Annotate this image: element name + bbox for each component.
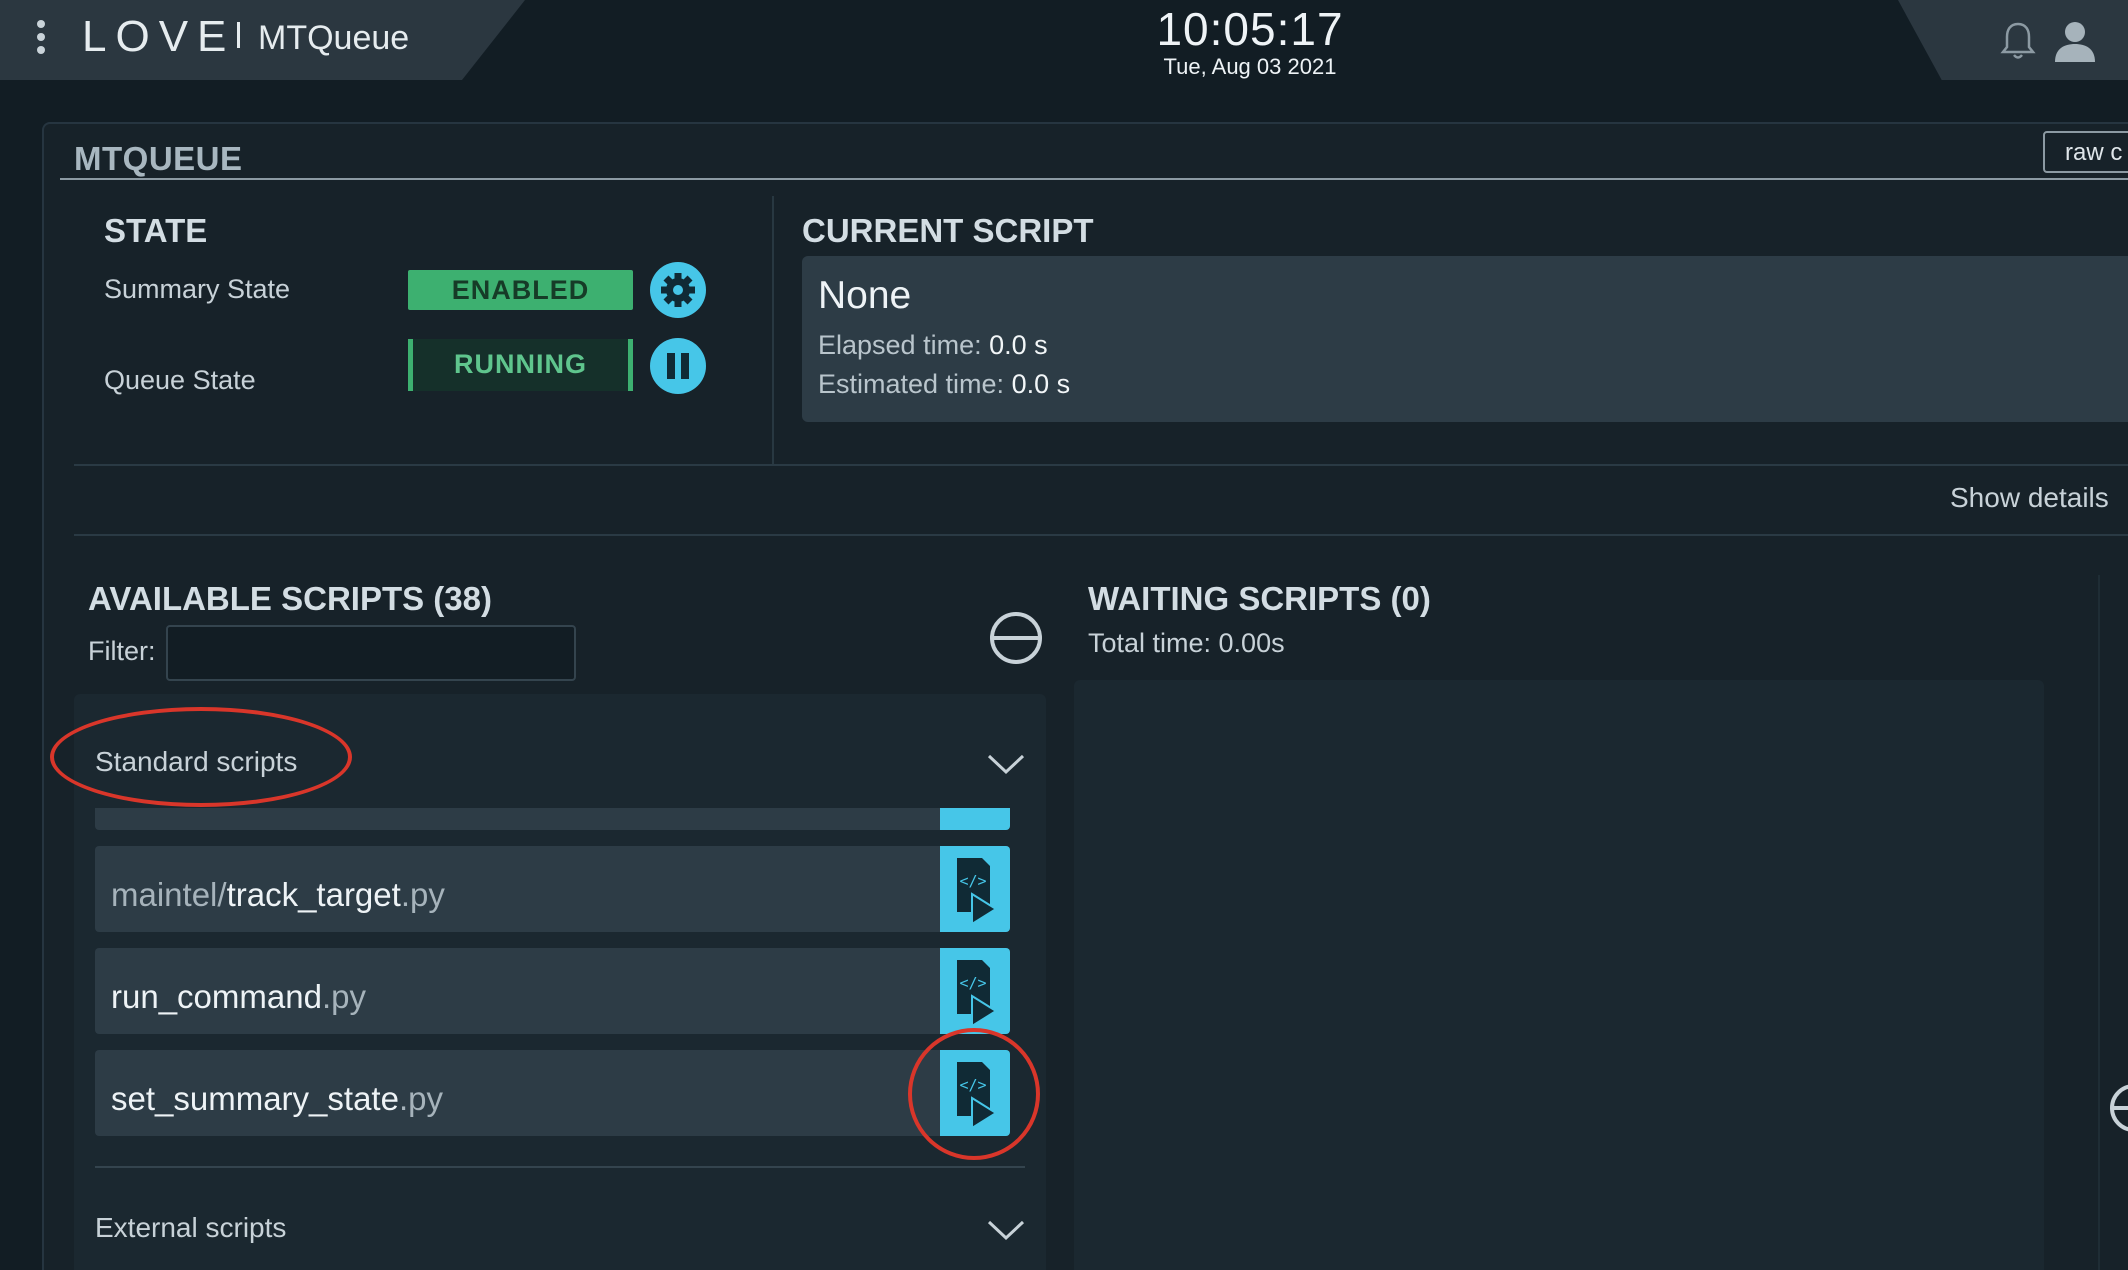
raw-config-button[interactable]: raw c xyxy=(2043,131,2128,173)
chevron-down-icon[interactable] xyxy=(986,1218,1026,1242)
script-row[interactable]: maintel/track_target.py </> xyxy=(95,846,1010,932)
logo-separator xyxy=(237,22,240,48)
finished-scripts-strip xyxy=(2098,575,2128,1270)
annotation-ellipse xyxy=(50,707,352,807)
divider xyxy=(95,1166,1025,1168)
summary-state-badge: ENABLED xyxy=(408,270,633,310)
script-name: maintel/track_target.py xyxy=(111,876,445,913)
state-divider xyxy=(772,196,774,464)
clock-date: Tue, Aug 03 2021 xyxy=(1163,54,1337,79)
collapse-icon[interactable] xyxy=(2108,1080,2128,1136)
launch-script-button[interactable]: </> xyxy=(940,846,1010,932)
love-logo[interactable]: LOVE xyxy=(82,12,235,62)
queue-state-badge: RUNNING xyxy=(408,339,633,391)
svg-text:</>: </> xyxy=(959,974,986,992)
waiting-total-time: Total time: 0.00s xyxy=(1088,628,1285,658)
pause-queue-button[interactable] xyxy=(650,338,706,394)
top-bar: LOVE MTQueue 10:05:17 Tue, Aug 03 2021 xyxy=(0,0,2128,80)
script-launch-icon: </> xyxy=(957,960,998,1028)
user-icon[interactable] xyxy=(2052,18,2098,64)
waiting-scripts-title: WAITING SCRIPTS (0) xyxy=(1088,580,1431,617)
script-row-partial[interactable] xyxy=(95,808,1010,830)
waiting-scripts-panel xyxy=(1074,680,2044,1270)
title-underline xyxy=(60,178,2128,180)
script-name: set_summary_state.py xyxy=(111,1080,443,1117)
queue-state-label: Queue State xyxy=(104,365,256,395)
script-name: run_command.py xyxy=(111,978,366,1015)
app-name: MTQueue xyxy=(258,19,410,57)
clock-time: 10:05:17 xyxy=(1156,3,1344,55)
script-launch-icon: </> xyxy=(957,858,998,926)
gear-icon xyxy=(661,273,695,307)
bell-icon[interactable] xyxy=(2000,20,2036,62)
clock: 10:05:17 Tue, Aug 03 2021 xyxy=(1080,2,1420,80)
available-scripts-title: AVAILABLE SCRIPTS (38) xyxy=(88,580,492,617)
launch-script-button[interactable]: </> xyxy=(940,948,1010,1034)
filter-label: Filter: xyxy=(88,636,156,666)
divider xyxy=(74,464,2128,466)
script-row[interactable]: set_summary_state.py </> xyxy=(95,1050,1010,1136)
annotation-circle xyxy=(908,1028,1040,1160)
script-row[interactable]: run_command.py </> xyxy=(95,948,1010,1034)
divider xyxy=(74,534,2128,536)
summary-state-label: Summary State xyxy=(104,274,291,304)
card-title: MTQUEUE xyxy=(74,140,243,177)
launch-script-button[interactable] xyxy=(940,808,1010,830)
menu-icon[interactable] xyxy=(34,18,48,56)
collapse-all-icon[interactable] xyxy=(988,610,1044,666)
filter-input[interactable] xyxy=(166,625,576,681)
estimated-time: Estimated time: 0.0 s xyxy=(818,369,1071,399)
current-script-title: CURRENT SCRIPT xyxy=(802,212,1094,249)
elapsed-time: Elapsed time: 0.0 s xyxy=(818,330,1048,360)
svg-text:</>: </> xyxy=(959,872,986,890)
external-scripts-group[interactable]: External scripts xyxy=(95,1212,286,1244)
show-details-toggle[interactable]: Show details xyxy=(1950,482,2109,514)
state-title: STATE xyxy=(104,212,208,249)
current-script-name: None xyxy=(818,274,912,317)
chevron-down-icon[interactable] xyxy=(986,752,1026,776)
summary-state-settings-button[interactable] xyxy=(650,262,706,318)
